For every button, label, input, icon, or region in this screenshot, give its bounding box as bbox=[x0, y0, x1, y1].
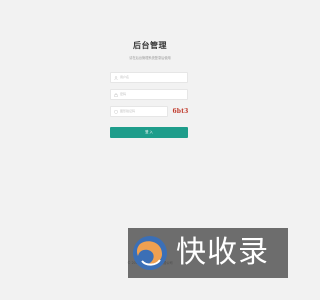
login-button[interactable]: 登 入 bbox=[110, 127, 188, 138]
watermark-text: 快收录 bbox=[176, 235, 269, 270]
username-placeholder: 用户名 bbox=[120, 75, 130, 79]
page-subtitle: 请在后台管理系统登录后使用 bbox=[129, 56, 171, 60]
watermark: 快收录 bbox=[128, 228, 288, 278]
lock-icon bbox=[114, 93, 118, 97]
password-field[interactable]: 密码 bbox=[110, 89, 188, 100]
login-page: 后台管理 请在后台管理系统登录后使用 用户名 密码 图形验证码 6bt3 登 入… bbox=[0, 0, 300, 300]
shield-icon bbox=[114, 110, 118, 114]
captcha-image[interactable]: 6bt3 bbox=[171, 107, 190, 116]
captcha-placeholder: 图形验证码 bbox=[120, 109, 136, 113]
captcha-field[interactable]: 图形验证码 bbox=[110, 106, 168, 117]
password-placeholder: 密码 bbox=[120, 92, 127, 96]
user-icon bbox=[114, 76, 118, 80]
login-form: 后台管理 请在后台管理系统登录后使用 用户名 密码 图形验证码 6bt3 登 入 bbox=[110, 40, 190, 138]
page-title: 后台管理 bbox=[133, 41, 167, 50]
watermark-logo-icon bbox=[133, 236, 167, 270]
username-field[interactable]: 用户名 bbox=[110, 72, 188, 83]
